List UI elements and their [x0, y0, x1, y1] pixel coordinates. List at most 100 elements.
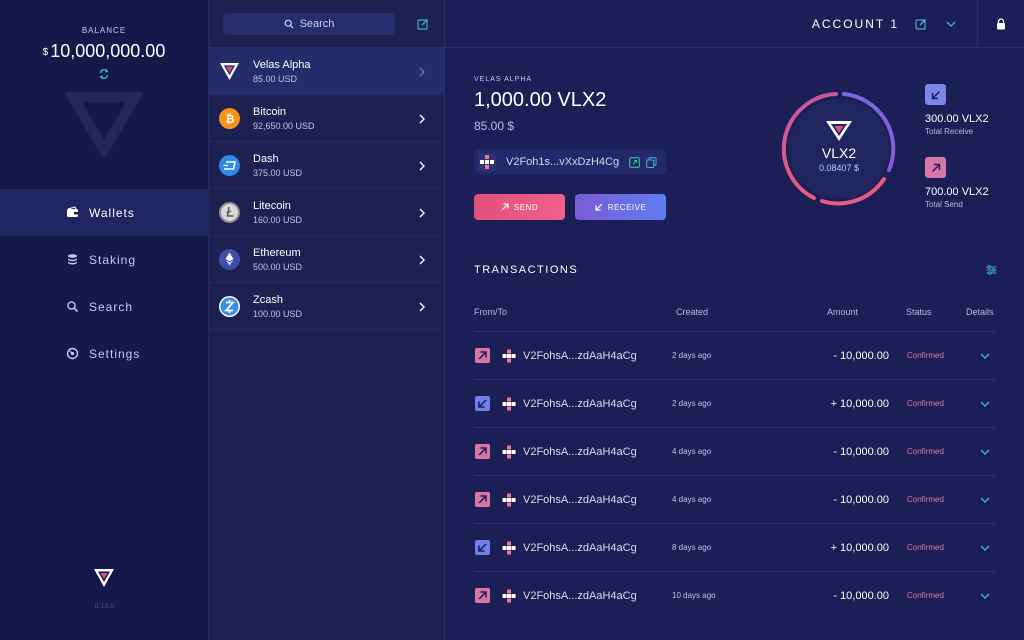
- wallet-item-zcash[interactable]: Zcash 100.00 USD: [209, 283, 444, 330]
- transaction-row[interactable]: V2FohsA...zdAaH4aCg 4 days ago - 10,000.00…: [474, 427, 996, 475]
- total-send-label: Total Send: [925, 200, 963, 209]
- transaction-row[interactable]: V2FohsA...zdAaH4aCg 2 days ago - 10,000.00…: [474, 331, 996, 379]
- tx-amount: + 10,000.00: [830, 541, 889, 554]
- wallet-item-litecoin[interactable]: Litecoin 160.00 USD: [209, 189, 444, 236]
- chevron-down-icon[interactable]: [979, 496, 991, 504]
- receive-arrow-icon: [475, 540, 490, 555]
- sidebar: BALANCE $10,000,000.00 Wallets Staking S…: [0, 0, 209, 640]
- chevron-right-icon: [419, 255, 425, 265]
- tx-address[interactable]: V2FohsA...zdAaH4aCg: [523, 542, 672, 554]
- wallet-address-box: V2Foh1s...vXxDzH4Cg: [474, 149, 666, 175]
- receive-arrow-icon: [475, 396, 490, 411]
- wallet-name: Velas Alpha: [253, 58, 311, 71]
- nav-item-settings[interactable]: Settings: [0, 330, 209, 377]
- tx-status: Confirmed: [907, 351, 944, 360]
- wallet-icon: [66, 206, 79, 219]
- address-avatar-icon: [502, 589, 516, 602]
- chevron-down-icon[interactable]: [979, 400, 991, 408]
- nav-item-staking[interactable]: Staking: [0, 236, 209, 283]
- wallet-item-dash[interactable]: Dash 375.00 USD: [209, 142, 444, 189]
- wallet-usd: 85.00 USD: [253, 73, 298, 84]
- address-avatar-icon: [502, 445, 516, 458]
- tx-created: 8 days ago: [672, 543, 712, 552]
- account-name[interactable]: ACCOUNT 1: [812, 17, 899, 31]
- filter-icon[interactable]: [986, 265, 997, 275]
- zcash-icon: [219, 295, 240, 317]
- lock-button[interactable]: [977, 0, 1024, 48]
- topbar: ACCOUNT 1: [445, 0, 1024, 48]
- receive-button[interactable]: RECEIVE: [575, 194, 666, 220]
- chevron-down-icon[interactable]: [979, 352, 991, 360]
- arrow-up-right-icon: [501, 203, 509, 211]
- col-header-from-to: From/To: [474, 307, 508, 317]
- transaction-row[interactable]: V2FohsA...zdAaH4aCg 2 days ago + 10,000.00…: [474, 379, 996, 427]
- edit-wallets-icon[interactable]: [417, 18, 429, 30]
- col-header-created: Created: [676, 307, 709, 317]
- chevron-down-icon[interactable]: [979, 448, 991, 456]
- svg-text:₿: ₿: [225, 112, 234, 125]
- tx-status: Confirmed: [907, 495, 944, 504]
- chevron-right-icon: [419, 208, 425, 218]
- tx-status: Confirmed: [907, 591, 944, 600]
- balance-block: BALANCE $10,000,000.00: [0, 0, 208, 80]
- transaction-row[interactable]: V2FohsA...zdAaH4aCg 10 days ago - 10,000.0…: [474, 571, 996, 619]
- balance-currency: $: [42, 47, 49, 58]
- chevron-down-icon[interactable]: [979, 544, 991, 552]
- search-icon: [66, 300, 79, 313]
- tx-address[interactable]: V2FohsA...zdAaH4aCg: [523, 350, 672, 362]
- tx-address[interactable]: V2FohsA...zdAaH4aCg: [523, 446, 672, 458]
- open-external-icon[interactable]: [629, 156, 640, 168]
- balance-value: $10,000,000.00: [0, 41, 208, 62]
- wallet-search-input[interactable]: Search: [223, 12, 395, 35]
- coin-header: VELAS ALPHA 1,000.00 VLX2 85.00 $: [474, 76, 606, 133]
- send-arrow-icon: [475, 492, 490, 507]
- total-receive-stat: 300.00 VLX2 Total Receive: [925, 84, 989, 136]
- tx-amount: - 10,000.00: [833, 349, 889, 362]
- wallet-item-bitcoin[interactable]: ₿ Bitcoin 92,650.00 USD: [209, 95, 444, 142]
- send-arrow-icon: [925, 157, 946, 178]
- wallet-item-ethereum[interactable]: Ethereum 500.00 USD: [209, 236, 444, 283]
- tx-address[interactable]: V2FohsA...zdAaH4aCg: [523, 494, 672, 506]
- nav-item-wallets[interactable]: Wallets: [0, 189, 209, 236]
- velas-icon: [219, 61, 240, 82]
- balance-amount: 10,000,000.00: [50, 41, 166, 61]
- address-avatar-icon: [478, 153, 496, 171]
- edit-account-icon[interactable]: [915, 18, 927, 30]
- chevron-down-icon[interactable]: [979, 592, 991, 600]
- tx-status: Confirmed: [907, 447, 944, 456]
- nav-item-search[interactable]: Search: [0, 283, 209, 330]
- velas-watermark-icon: [64, 92, 144, 160]
- tx-status: Confirmed: [907, 543, 944, 552]
- database-icon: [66, 253, 79, 266]
- tx-created: 2 days ago: [672, 351, 712, 360]
- chevron-right-icon: [419, 302, 425, 312]
- send-button[interactable]: SEND: [474, 194, 565, 220]
- transaction-row[interactable]: V2FohsA...zdAaH4aCg 4 days ago - 10,000.00…: [474, 475, 996, 523]
- wallet-name: Bitcoin: [253, 105, 287, 118]
- coin-usd: 85.00 $: [474, 119, 515, 133]
- send-arrow-icon: [475, 348, 490, 363]
- chevron-down-icon[interactable]: [945, 18, 957, 30]
- col-header-status: Status: [906, 307, 932, 317]
- arrow-down-left-icon: [595, 203, 603, 211]
- tx-address[interactable]: V2FohsA...zdAaH4aCg: [523, 590, 672, 602]
- wallet-address[interactable]: V2Foh1s...vXxDzH4Cg: [506, 156, 619, 168]
- transaction-row[interactable]: V2FohsA...zdAaH4aCg 8 days ago + 10,000.00…: [474, 523, 996, 571]
- col-header-amount: Amount: [827, 307, 859, 317]
- wallet-name: Dash: [253, 152, 279, 165]
- tx-address[interactable]: V2FohsA...zdAaH4aCg: [523, 398, 672, 410]
- wallet-usd: 92,650.00 USD: [253, 120, 315, 131]
- coin-amount: 1,000.00 VLX2: [474, 89, 607, 111]
- transactions-title: TRANSACTIONS: [474, 264, 579, 276]
- tx-amount: - 10,000.00: [833, 589, 889, 602]
- address-avatar-icon: [502, 541, 516, 554]
- wallet-list-panel: Search Velas Alpha 85.00 USD ₿ Bitcoin 9…: [209, 0, 445, 640]
- search-icon: [284, 19, 294, 28]
- wallet-item-velas-alpha[interactable]: Velas Alpha 85.00 USD: [209, 48, 444, 95]
- total-send-value: 700.00 VLX2: [925, 186, 989, 198]
- copy-icon[interactable]: [646, 156, 657, 168]
- refresh-icon[interactable]: [98, 68, 110, 80]
- tx-amount: - 10,000.00: [833, 445, 889, 458]
- chevron-right-icon: [419, 161, 425, 171]
- velas-logo-icon: [94, 569, 114, 587]
